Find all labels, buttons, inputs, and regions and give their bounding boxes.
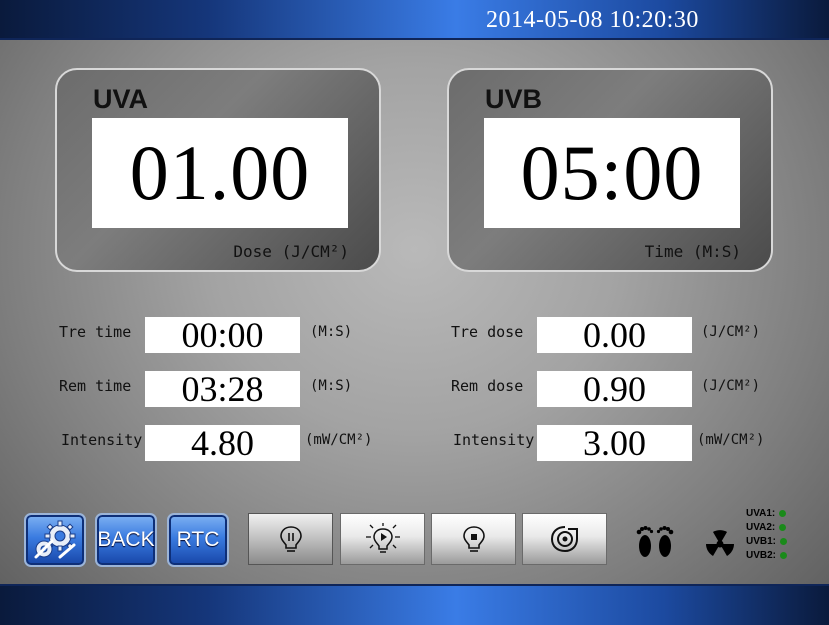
uva-tre-time-value: 00:00 [145, 315, 300, 355]
rtc-button[interactable]: RTC [167, 513, 229, 567]
uva-panel: UVA 01.00 Dose (J/CM²) [55, 68, 381, 272]
uva-dose-display[interactable]: 01.00 [92, 118, 348, 228]
uva-intensity-value: 4.80 [145, 423, 300, 463]
lamp-status-label: UVB1: [746, 535, 777, 547]
lamp-status-uvb1: UVB1: [746, 534, 788, 548]
uvb-time-display[interactable]: 05:00 [484, 118, 740, 228]
lamp-status-label: UVB2: [746, 549, 777, 561]
uvb-intensity-unit: (mW/CM²) [697, 432, 765, 448]
uva-rem-time-label: Rem time [59, 377, 132, 395]
datetime-display: 2014-05-08 10:20:30 [486, 7, 699, 33]
top-bar: 2014-05-08 10:20:30 [0, 0, 829, 40]
lamp-status-label: UVA1: [746, 507, 776, 519]
lamp-status-uva1: UVA1: [746, 506, 787, 520]
rtc-button-label: RTC [176, 528, 220, 551]
bulb-stop-icon [462, 526, 485, 552]
uvb-rem-dose-label: Rem dose [451, 377, 524, 395]
uvb-rem-dose-unit: (J/CM²) [701, 378, 761, 394]
uvb-title: UVB [485, 84, 543, 114]
uva-rem-time-unit: (M:S) [310, 378, 353, 394]
lamp-status-label: UVA2: [746, 521, 776, 533]
gears-icon [34, 520, 76, 559]
stop-lamp-button[interactable] [431, 513, 516, 565]
bottom-bar [0, 584, 829, 625]
status-led [779, 509, 787, 517]
uvb-intensity-label: Intensity [453, 431, 535, 449]
uvb-unit-label: Time (M:S) [644, 242, 741, 261]
fan-button[interactable] [522, 513, 607, 565]
start-lamp-button[interactable] [340, 513, 425, 565]
uva-rem-time-value: 03:28 [145, 369, 300, 409]
uvb-rem-dose-value: 0.90 [537, 369, 692, 409]
feet-icon [636, 526, 674, 557]
uvb-tre-dose-unit: (J/CM²) [701, 324, 761, 340]
lamp-status-uva2: UVA2: [746, 520, 787, 534]
status-led [780, 537, 788, 545]
uvb-panel: UVB 05:00 Time (M:S) [447, 68, 773, 272]
uva-title: UVA [93, 84, 149, 114]
uvb-tre-dose-label: Tre dose [451, 323, 524, 341]
uva-tre-time-label: Tre time [59, 323, 132, 341]
bulb-play-icon [365, 523, 400, 553]
uva-intensity-label: Intensity [61, 431, 143, 449]
bulb-pause-icon [279, 526, 302, 552]
uva-intensity-unit: (mW/CM²) [305, 432, 373, 448]
fan-icon [550, 526, 578, 553]
back-button[interactable]: BACK [95, 513, 157, 567]
uvb-intensity-value: 3.00 [537, 423, 692, 463]
back-button-label: BACK [97, 528, 155, 551]
status-led [780, 551, 788, 559]
status-led [779, 523, 787, 531]
uva-unit-label: Dose (J/CM²) [233, 242, 349, 261]
uva-tre-time-unit: (M:S) [310, 324, 353, 340]
uvb-tre-dose-value: 0.00 [537, 315, 692, 355]
settings-button[interactable] [24, 513, 86, 567]
lamp-status-uvb2: UVB2: [746, 548, 788, 562]
radiation-icon [706, 530, 734, 556]
pause-lamp-button[interactable] [248, 513, 333, 565]
lamp-status-list: UVA1: UVA2: UVB1: UVB2: [746, 506, 788, 562]
